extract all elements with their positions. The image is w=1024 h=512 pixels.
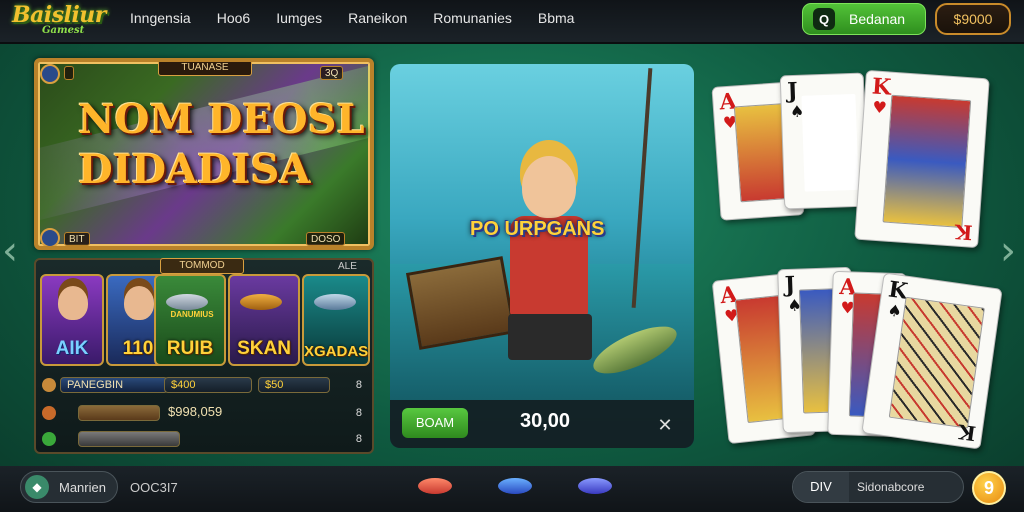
playing-card-2[interactable]: J ♠ xyxy=(779,72,869,210)
playing-card-7[interactable]: K ♠ K xyxy=(861,272,1003,450)
card-rank: J xyxy=(786,77,799,105)
nav-item-2[interactable]: Hoo6 xyxy=(217,10,250,26)
logo-subtext: Gamest xyxy=(42,25,85,36)
bottom-bar: ◆ Manrien OOC3I7 DIV Sidonabcore 9 xyxy=(0,466,1024,512)
banner-emblem-icon xyxy=(40,64,60,84)
avatar xyxy=(58,286,88,320)
fish-icon xyxy=(314,294,356,310)
sword-icon xyxy=(42,378,56,392)
fish-icon[interactable] xyxy=(418,478,452,494)
row-label: PANEGBIN xyxy=(60,377,168,393)
card-face-art xyxy=(888,296,985,429)
tools-icon[interactable]: ✕ xyxy=(652,412,678,438)
nav-item-1[interactable]: Inngensia xyxy=(130,10,191,26)
footer-code: OOC3I7 xyxy=(130,480,178,495)
banner-tag: TUANASE xyxy=(158,62,252,76)
search-icon: Q xyxy=(813,8,835,30)
feature-footer: BOAM 30,00 ✕ xyxy=(390,400,694,448)
featured-game-card[interactable]: PO URPGANS BOAM 30,00 ✕ xyxy=(390,64,694,448)
character-avatar xyxy=(522,156,576,218)
list-item[interactable]: PANEGBIN $400 $50 8 xyxy=(40,374,370,396)
tile-art xyxy=(230,276,298,340)
panel-corner-label: ALE xyxy=(338,261,357,272)
div-toggle[interactable]: DIV xyxy=(793,472,849,502)
spade-icon: ♠ xyxy=(886,300,904,322)
row-progress xyxy=(78,431,180,447)
row-count: 8 xyxy=(355,379,362,391)
header-action-label: Bedanan xyxy=(849,11,906,27)
fish-icon xyxy=(166,294,208,310)
character-shorts xyxy=(508,314,592,360)
card-rank-bottom: K xyxy=(953,219,973,245)
card-rank: J xyxy=(784,271,796,299)
play-button[interactable]: BOAM xyxy=(402,408,468,438)
card-rank: K xyxy=(871,73,892,101)
fish-icon[interactable] xyxy=(498,478,532,494)
tile-subtitle: DANUMIUS xyxy=(170,310,214,319)
card-rank-bottom: K xyxy=(956,419,977,446)
row-value: $998,059 xyxy=(168,404,223,419)
row-value: $400 xyxy=(164,377,252,393)
fish-icon xyxy=(240,294,282,310)
clover-icon xyxy=(42,432,56,446)
banner-top-right-badge: 3Q xyxy=(320,66,344,80)
footer-right-control[interactable]: DIV Sidonabcore xyxy=(792,471,964,503)
nav-item-5[interactable]: Romunanies xyxy=(433,10,512,26)
nav-item-6[interactable]: Bbma xyxy=(538,10,575,26)
header-action-button[interactable]: Q Bedanan xyxy=(802,3,926,35)
banner-bottom-right-badge: DOSO xyxy=(306,232,346,246)
tile-name: RUIB xyxy=(166,338,214,359)
tile-name: AIK xyxy=(55,338,89,359)
avatar xyxy=(124,286,154,320)
game-tile-ruib[interactable]: DANUMIUS RUIB xyxy=(154,274,226,366)
tile-art xyxy=(42,276,102,340)
banner-bottom-left-badge: BIT xyxy=(64,232,90,246)
banner-title-line2: DIDADISA xyxy=(78,146,311,193)
fish-icon[interactable] xyxy=(578,478,612,494)
tile-art xyxy=(304,276,368,340)
carousel-prev-icon[interactable]: ‹ xyxy=(2,228,18,274)
nav-item-4[interactable]: Raneikon xyxy=(348,10,407,26)
row-extra: $50 xyxy=(258,377,330,393)
carousel-next-icon[interactable]: › xyxy=(1000,228,1016,274)
top-navigation-bar: Baisliur Gamest Inngensia Hoo6 Iumges Ra… xyxy=(0,0,1024,44)
promo-banner[interactable]: TUANASE 3Q BIT DOSO NOM DEOSL DIDADISA xyxy=(34,58,374,250)
tile-name: SKAN xyxy=(237,338,291,359)
featured-game-title: PO URPGANS xyxy=(470,218,605,240)
row-count: 8 xyxy=(355,407,362,419)
home-icon: ◆ xyxy=(25,475,49,499)
banner-emblem-icon-2 xyxy=(40,228,60,246)
banner-top-left-badge xyxy=(64,66,74,80)
site-logo[interactable]: Baisliur Gamest xyxy=(8,2,120,42)
row-progress xyxy=(78,405,160,421)
footer-right-label: Sidonabcore xyxy=(857,480,925,494)
game-tile-aik[interactable]: AIK xyxy=(40,274,104,366)
home-label: Manrien xyxy=(59,479,106,495)
list-item[interactable]: $998,059 8 xyxy=(40,402,370,424)
card-face-art xyxy=(801,93,859,192)
coin-badge[interactable]: 9 xyxy=(972,471,1006,505)
list-item[interactable]: 8 xyxy=(40,428,370,450)
balance-display[interactable]: $9000 xyxy=(935,3,1011,35)
heart-icon: ♥ xyxy=(871,97,888,118)
banner-title-line1: NOM DEOSL xyxy=(78,96,365,143)
panel-tag: TOMMOD xyxy=(160,258,244,274)
home-button[interactable]: ◆ Manrien xyxy=(20,471,118,503)
nav-item-3[interactable]: Iumges xyxy=(276,10,322,26)
row-count: 8 xyxy=(355,433,362,445)
game-list-panel: TOMMOD ALE AIK 110 DANUMIUS RUIB SKAN XG… xyxy=(34,258,374,454)
card-face-art xyxy=(882,94,972,228)
coin-icon xyxy=(42,406,56,420)
tile-name: XGADAS xyxy=(304,343,369,360)
tile-art: DANUMIUS xyxy=(156,276,224,340)
game-tile-xgadas[interactable]: XGADAS xyxy=(302,274,370,366)
game-tile-skan[interactable]: SKAN xyxy=(228,274,300,366)
main-nav: Inngensia Hoo6 Iumges Raneikon Romunanie… xyxy=(130,0,600,36)
playing-card-3[interactable]: K ♥ K xyxy=(854,69,990,249)
feature-amount: 30,00 xyxy=(520,410,571,432)
